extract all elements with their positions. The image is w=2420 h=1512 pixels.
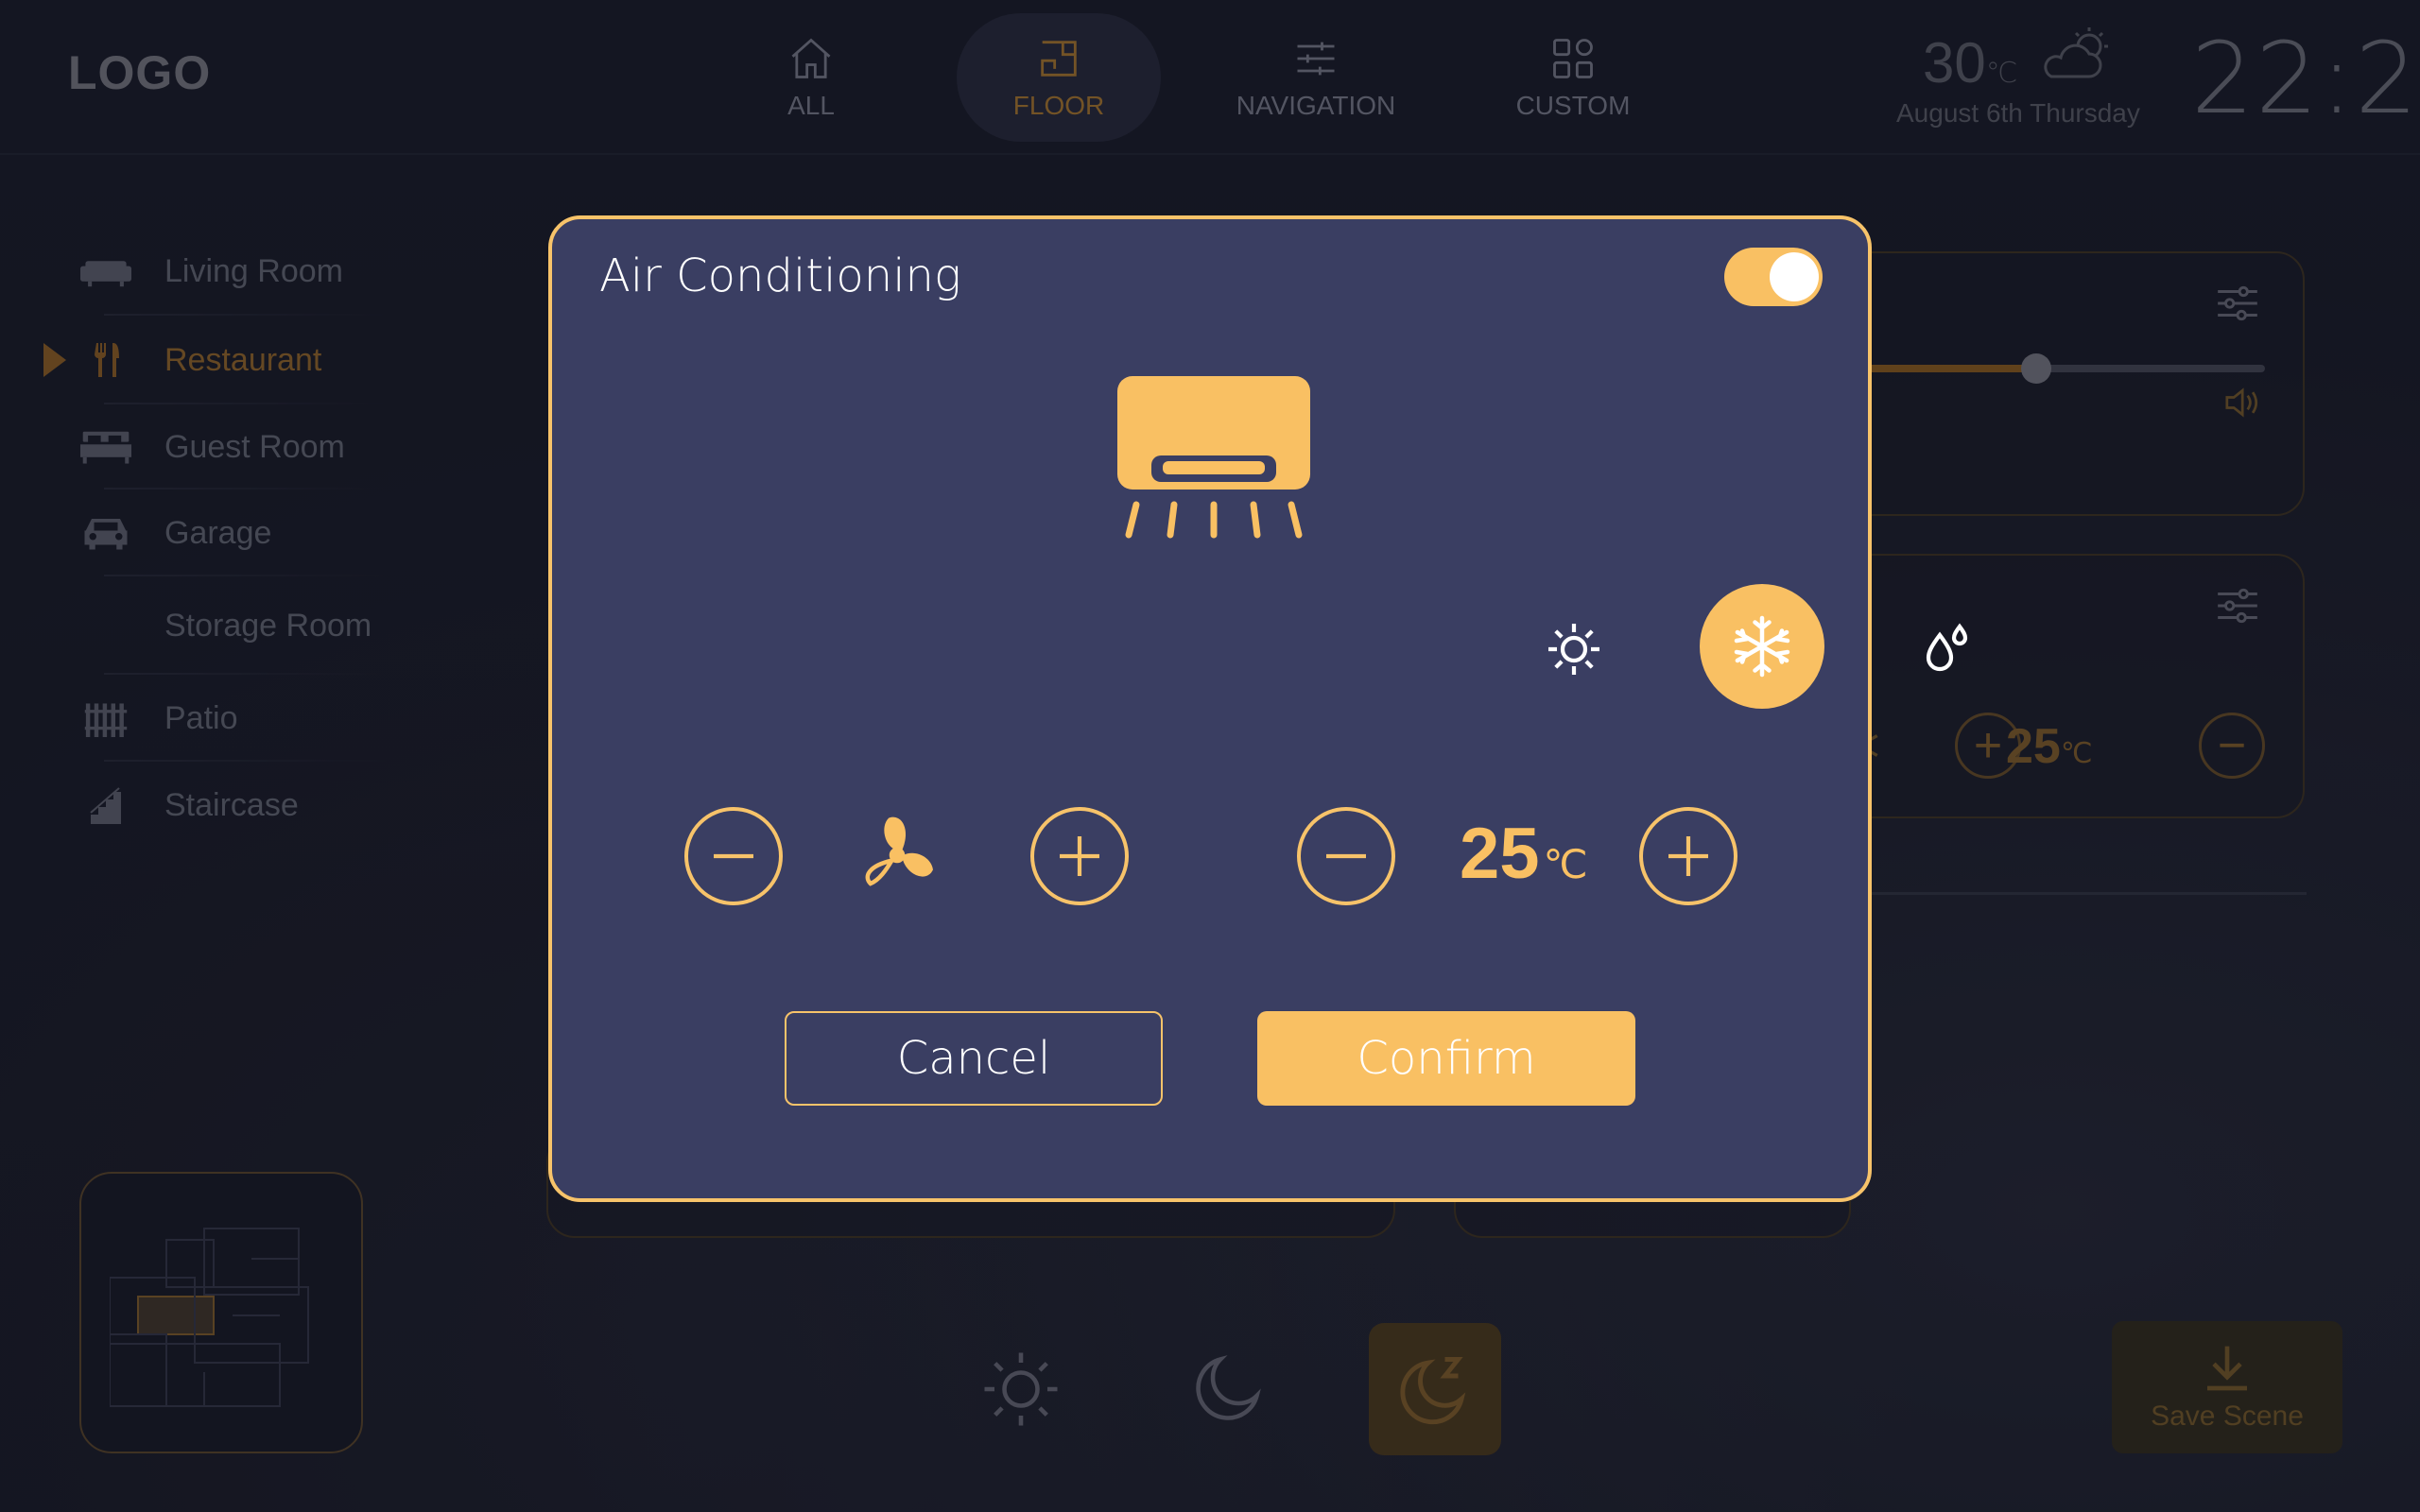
air-conditioner-icon <box>1117 376 1310 539</box>
temperature-minus-button[interactable] <box>1297 807 1395 905</box>
dialog-title: Air Conditioning <box>599 249 961 302</box>
dry-icon <box>1926 623 1968 672</box>
mode-dry-button[interactable] <box>1887 588 2010 711</box>
toggle-thumb <box>1770 252 1819 301</box>
mode-heat-button[interactable] <box>1512 588 1635 711</box>
plus-icon <box>1060 836 1099 876</box>
power-toggle[interactable] <box>1724 248 1823 306</box>
mode-cool-button[interactable] <box>1700 584 1824 709</box>
fan-icon <box>865 816 933 886</box>
fan-speed-plus-button[interactable] <box>1030 807 1129 905</box>
heat-icon <box>1548 624 1599 675</box>
temperature-plus-button[interactable] <box>1639 807 1737 905</box>
minus-icon <box>714 853 753 859</box>
cancel-button[interactable]: Cancel <box>785 1011 1163 1106</box>
minus-icon <box>1326 853 1366 859</box>
fan-speed-minus-button[interactable] <box>684 807 783 905</box>
air-conditioning-dialog: Air Conditioning 25℃ Cancel Confirm <box>548 215 1968 1202</box>
plus-icon <box>1668 836 1708 876</box>
cool-icon <box>1734 615 1790 678</box>
temperature-value: 25℃ <box>1460 814 1588 894</box>
confirm-button[interactable]: Confirm <box>1257 1011 1635 1106</box>
